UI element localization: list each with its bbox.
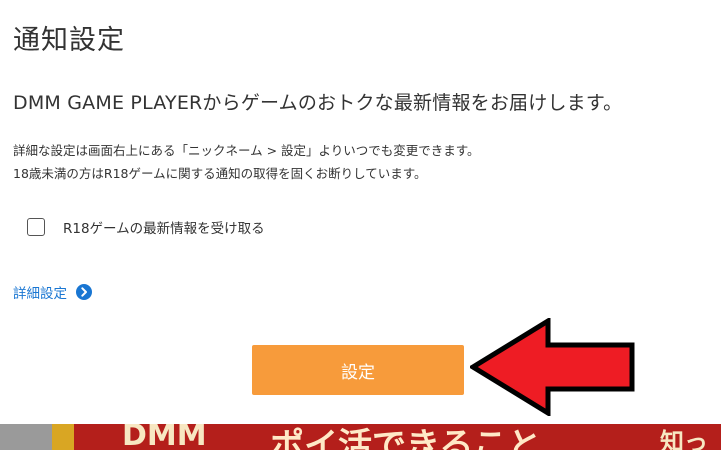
- r18-news-checkbox[interactable]: [27, 218, 45, 236]
- notification-settings-dialog: 通知設定 DMM GAME PLAYERからゲームのおトクな最新情報をお届けしま…: [0, 0, 721, 424]
- r18-news-checkbox-row[interactable]: R18ゲームの最新情報を受け取る: [27, 217, 265, 237]
- red-arrow-annotation-icon: [470, 318, 635, 416]
- settings-location-note: 詳細な設定は画面右上にある「ニックネーム > 設定」よりいつでも変更できます。: [13, 143, 480, 158]
- chevron-right-circle-icon[interactable]: [76, 284, 92, 300]
- page: 通知設定 DMM GAME PLAYERからゲームのおトクな最新情報をお届けしま…: [0, 0, 721, 450]
- age-restriction-note: 18歳未満の方はR18ゲームに関する通知の取得を固くお断りしています。: [13, 166, 427, 181]
- banner-gold-strip: [52, 424, 74, 450]
- r18-news-checkbox-label[interactable]: R18ゲームの最新情報を受け取る: [63, 217, 265, 237]
- banner-dmm-text: DMM: [122, 424, 207, 450]
- save-settings-button[interactable]: 設定: [252, 345, 464, 395]
- banner-right-text: 知っ: [660, 428, 708, 450]
- banner-side-strip: [0, 424, 52, 450]
- dialog-lead-text: DMM GAME PLAYERからゲームのおトクな最新情報をお届けします。: [13, 92, 623, 114]
- dialog-title: 通知設定: [13, 25, 125, 56]
- detail-settings-label[interactable]: 詳細設定: [13, 282, 67, 302]
- promo-banner[interactable]: DMM ポイ活できること 知っ: [0, 424, 721, 450]
- banner-headline-text: ポイ活できること: [270, 426, 542, 450]
- detail-settings-link[interactable]: 詳細設定: [13, 282, 92, 302]
